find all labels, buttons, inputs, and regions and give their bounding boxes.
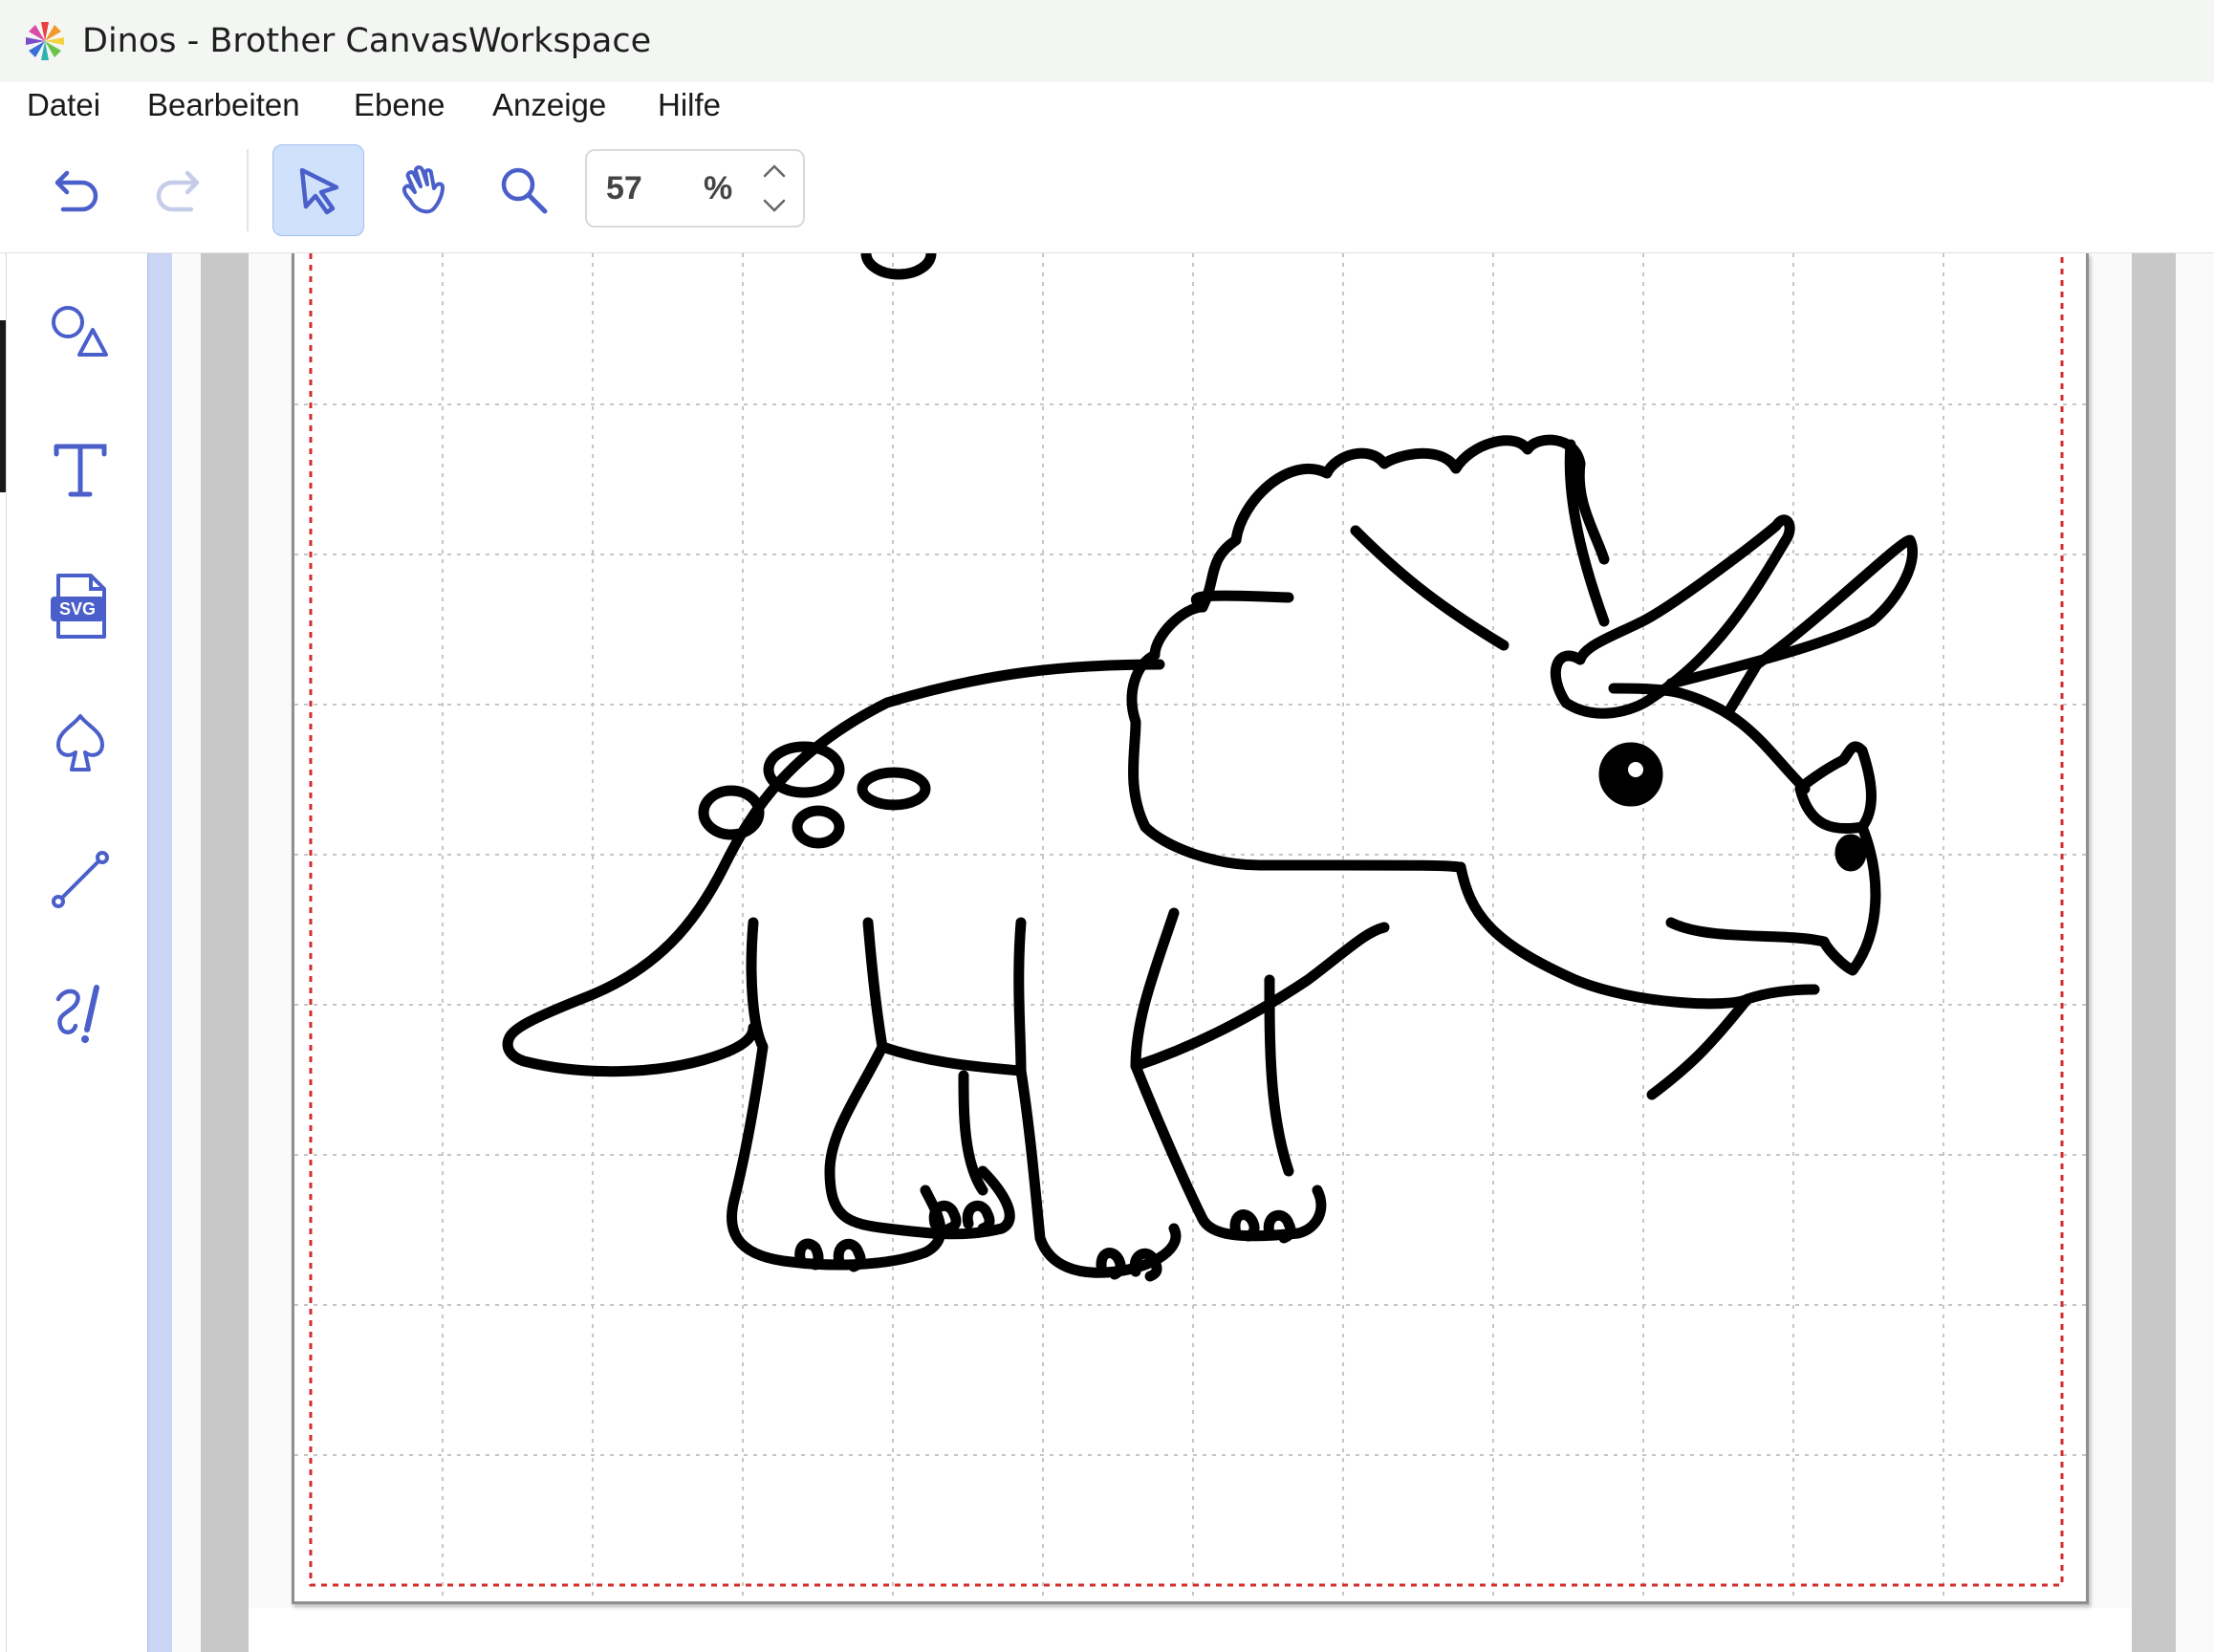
text-tool-button[interactable] [37, 425, 123, 511]
undo-button[interactable] [31, 144, 122, 236]
menu-anzeige[interactable]: Anzeige [492, 82, 606, 128]
canvas-margin-bottom [249, 1608, 2132, 1652]
svg-import-button[interactable]: SVG [37, 564, 123, 650]
undo-icon [54, 170, 98, 212]
freehand-draw-icon [55, 985, 99, 1043]
tool-sidebar: SVG [6, 253, 148, 1652]
zoom-magnifier-icon [501, 167, 548, 214]
redo-icon [156, 170, 200, 212]
line-icon [52, 851, 109, 908]
select-arrow-icon [299, 167, 339, 215]
chevron-up-icon [763, 164, 786, 178]
toolbar: 57 % [0, 128, 2214, 253]
canvas-margin-right [2132, 253, 2176, 1652]
canvas-area[interactable] [172, 253, 2214, 1652]
canvasworkspace-app-icon [26, 22, 64, 60]
freehand-tool-button[interactable] [37, 970, 123, 1056]
shapes-icon [52, 306, 108, 357]
toolbar-separator [247, 149, 249, 231]
pattern-tool-button[interactable] [37, 703, 123, 789]
window-title: Dinos - Brother CanvasWorkspace [82, 22, 652, 60]
text-icon [54, 444, 107, 497]
zoom-increase-button[interactable] [755, 153, 793, 189]
spade-pattern-icon [56, 714, 104, 772]
pan-tool-button[interactable] [378, 144, 469, 236]
zoom-level-field[interactable]: 57 % [585, 149, 805, 228]
select-tool-button[interactable] [272, 144, 364, 236]
menu-hilfe[interactable]: Hilfe [658, 82, 721, 128]
title-bar: Dinos - Brother CanvasWorkspace [0, 0, 2214, 83]
hand-icon [402, 165, 445, 214]
shapes-tool-button[interactable] [37, 292, 123, 378]
svg-file-icon: SVG [51, 574, 106, 639]
sidebar-scroll-strip[interactable] [147, 253, 172, 1652]
grid-lines [294, 253, 2092, 1601]
zoom-decrease-button[interactable] [755, 187, 793, 224]
cutting-mat[interactable] [292, 253, 2092, 1604]
zoom-level-value[interactable]: 57 [606, 151, 642, 226]
svg-label: SVG [59, 599, 96, 619]
zoom-level-unit: % [704, 170, 733, 206]
cut-area-border [309, 253, 2064, 1587]
canvas-margin-left [201, 253, 249, 1652]
redo-button[interactable] [132, 144, 224, 236]
design-canvas[interactable] [294, 253, 2092, 1601]
zoom-tool-button[interactable] [478, 144, 570, 236]
menu-ebene[interactable]: Ebene [354, 82, 445, 128]
triceratops-drawing[interactable] [502, 253, 1919, 1282]
menu-bar: Datei Bearbeiten Ebene Anzeige Hilfe [0, 82, 2214, 128]
menu-bearbeiten[interactable]: Bearbeiten [147, 82, 300, 128]
chevron-down-icon [763, 199, 786, 212]
line-tool-button[interactable] [37, 837, 123, 923]
menu-datei[interactable]: Datei [27, 82, 100, 128]
